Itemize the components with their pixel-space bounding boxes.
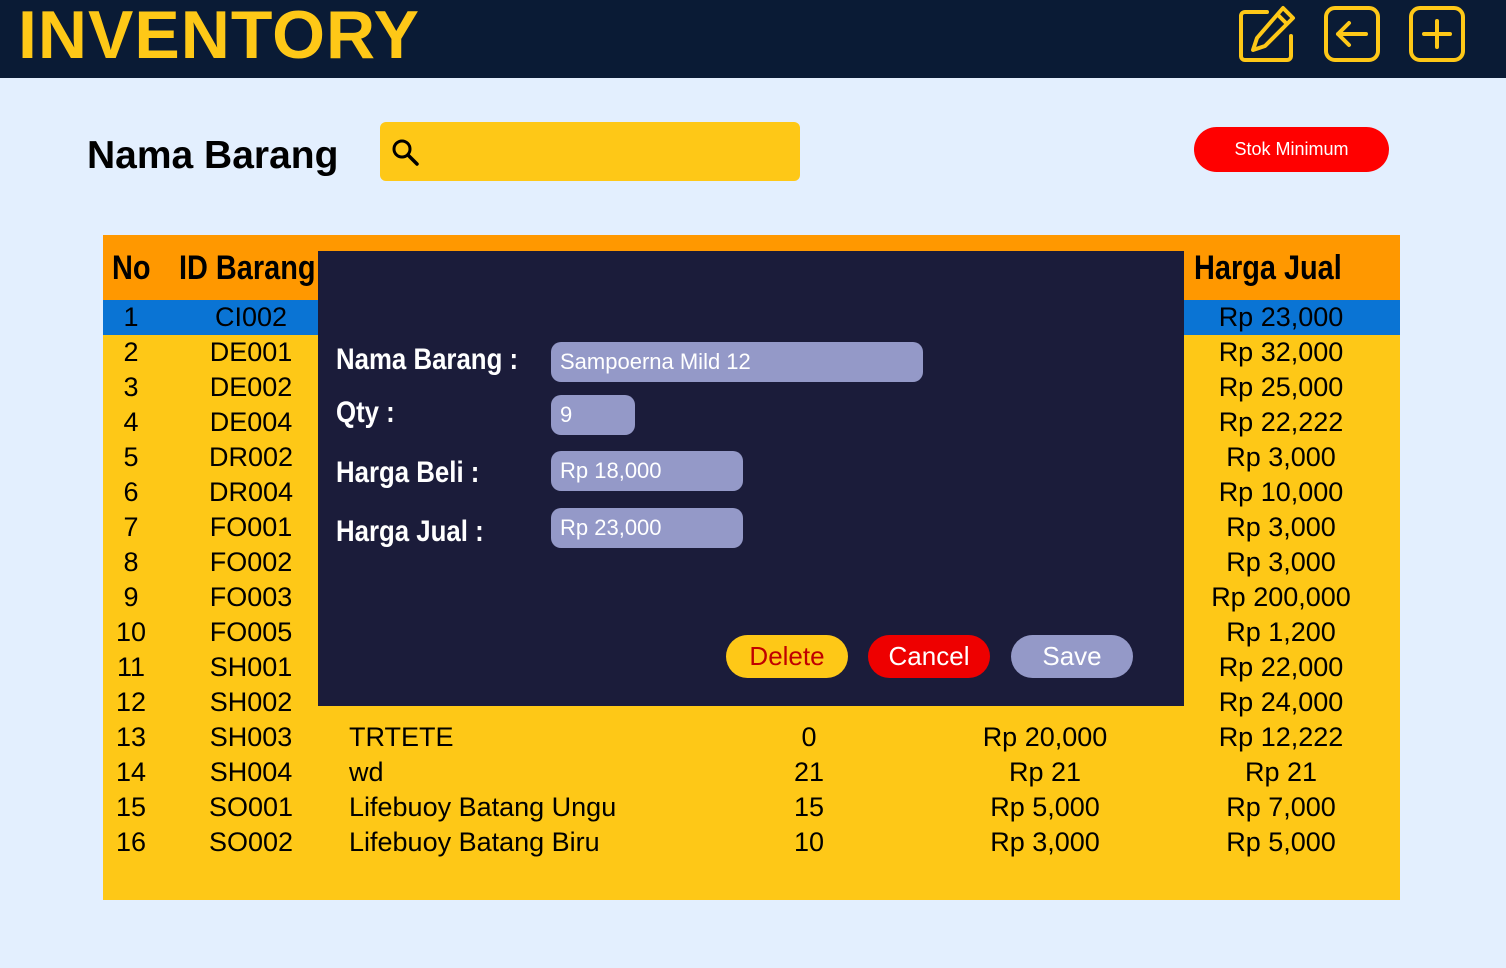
cell-beli: Rp 3,000	[990, 827, 1100, 857]
nama-barang-label: Nama Barang :	[336, 343, 519, 376]
cell-id: FO001	[209, 512, 293, 542]
cell-nama: wd	[349, 757, 384, 787]
cell-no: 5	[123, 442, 139, 472]
harga-jual-label: Harga Jual :	[336, 515, 484, 548]
harga-beli-field[interactable]	[551, 451, 743, 491]
cell-no: 16	[115, 827, 147, 857]
cell-jual: Rp 32,000	[1218, 337, 1344, 367]
add-button[interactable]	[1407, 4, 1467, 64]
cell-no: 1	[123, 302, 139, 332]
table-row[interactable]: 14 SH004 wd 21 Rp 21 Rp 21	[103, 755, 1400, 790]
cell-no: 15	[115, 792, 147, 822]
cell-jual: Rp 22,222	[1218, 407, 1344, 437]
qty-label: Qty :	[336, 396, 395, 429]
cell-id: DR002	[208, 442, 294, 472]
back-arrow-icon	[1324, 6, 1380, 62]
cell-jual: Rp 23,000	[1218, 302, 1344, 332]
cell-no: 2	[123, 337, 139, 367]
cell-id: SH004	[209, 757, 293, 787]
nama-barang-field[interactable]	[551, 342, 923, 382]
cell-id: SO002	[208, 827, 294, 857]
table-row[interactable]: 16 SO002 Lifebuoy Batang Biru 10 Rp 3,000 Rp …	[103, 825, 1400, 860]
cell-jual: Rp 24,000	[1218, 687, 1344, 717]
cell-no: 10	[115, 617, 147, 647]
cell-jual: Rp 200,000	[1211, 582, 1351, 612]
cell-no: 3	[123, 372, 139, 402]
cell-id: DE001	[209, 337, 293, 367]
cell-nama: Lifebuoy Batang Biru	[349, 827, 600, 857]
cell-no: 12	[115, 687, 147, 717]
harga-jual-field[interactable]	[551, 508, 743, 548]
search-label: Nama Barang	[87, 134, 339, 177]
edit-item-dialog: Nama Barang : Qty : Harga Beli : Harga J…	[318, 251, 1184, 706]
search-input[interactable]	[428, 130, 792, 174]
cell-beli: Rp 5,000	[990, 792, 1100, 822]
cell-no: 8	[123, 547, 139, 577]
save-button[interactable]: Save	[1011, 635, 1133, 678]
cell-id: DR004	[208, 477, 294, 507]
cell-jual: Rp 10,000	[1218, 477, 1344, 507]
back-button[interactable]	[1322, 4, 1382, 64]
cell-no: 7	[123, 512, 139, 542]
harga-beli-label: Harga Beli :	[336, 456, 480, 489]
cell-jual: Rp 5,000	[1226, 827, 1336, 857]
cell-qty: 15	[793, 792, 825, 822]
app-title: INVENTORY	[18, 0, 420, 73]
edit-icon	[1239, 6, 1295, 62]
cancel-button[interactable]: Cancel	[868, 635, 990, 678]
cell-jual: Rp 3,000	[1226, 547, 1336, 577]
plus-icon	[1409, 6, 1465, 62]
cell-jual: Rp 7,000	[1226, 792, 1336, 822]
top-bar: INVENTORY	[0, 0, 1506, 78]
cell-id: SH001	[209, 652, 293, 682]
delete-button[interactable]: Delete	[726, 635, 848, 678]
search-icon	[392, 139, 419, 166]
cell-beli: Rp 20,000	[982, 722, 1108, 752]
column-header-id: ID Barang	[179, 249, 316, 287]
cell-id: FO005	[209, 617, 293, 647]
cell-jual: Rp 3,000	[1226, 512, 1336, 542]
table-row[interactable]: 15 SO001 Lifebuoy Batang Ungu 15 Rp 5,000 Rp …	[103, 790, 1400, 825]
cell-nama: TRTETE	[349, 722, 454, 752]
cell-id: SO001	[208, 792, 294, 822]
stok-minimum-button[interactable]: Stok Minimum	[1194, 127, 1389, 172]
cell-jual: Rp 21	[1244, 757, 1318, 787]
cell-id: CI002	[214, 302, 288, 332]
cell-jual: Rp 1,200	[1226, 617, 1336, 647]
table-row[interactable]: 13 SH003 TRTETE 0 Rp 20,000 Rp 12,222	[103, 720, 1400, 755]
column-header-harga-jual: Harga Jual	[1194, 249, 1342, 287]
cell-nama: Lifebuoy Batang Ungu	[349, 792, 617, 822]
cell-id: SH003	[209, 722, 293, 752]
cell-no: 9	[123, 582, 139, 612]
cell-id: FO002	[209, 547, 293, 577]
cell-jual: Rp 3,000	[1226, 442, 1336, 472]
search-box[interactable]	[380, 122, 800, 181]
cell-jual: Rp 22,000	[1218, 652, 1344, 682]
cell-beli: Rp 21	[1008, 757, 1082, 787]
cell-no: 13	[115, 722, 147, 752]
cell-id: DE004	[209, 407, 293, 437]
cell-no: 6	[123, 477, 139, 507]
cell-id: DE002	[209, 372, 293, 402]
cell-jual: Rp 12,222	[1218, 722, 1344, 752]
cell-qty: 10	[793, 827, 825, 857]
cell-qty: 21	[793, 757, 825, 787]
edit-button[interactable]	[1237, 4, 1297, 64]
qty-field[interactable]	[551, 395, 635, 435]
cell-jual: Rp 25,000	[1218, 372, 1344, 402]
cell-id: FO003	[209, 582, 293, 612]
cell-no: 4	[123, 407, 139, 437]
cell-qty: 0	[801, 722, 817, 752]
column-header-no: No	[112, 249, 151, 287]
cell-no: 14	[115, 757, 147, 787]
cell-id: SH002	[209, 687, 293, 717]
cell-no: 11	[116, 652, 146, 682]
